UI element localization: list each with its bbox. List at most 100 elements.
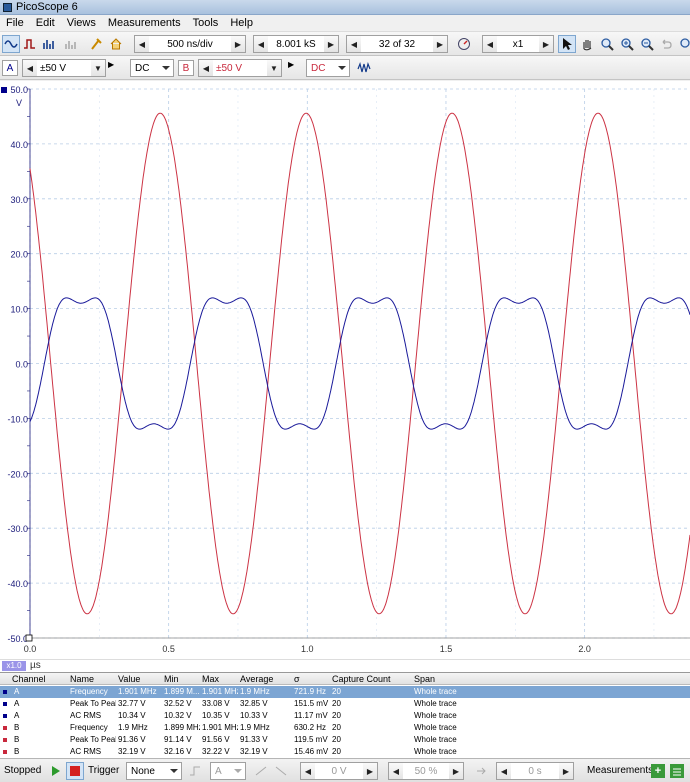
pretrigger-prev-icon[interactable]: ◀ <box>389 763 403 779</box>
samples-prev-icon[interactable]: ◀ <box>254 36 268 52</box>
channel-a-options[interactable]: A <box>2 60 18 76</box>
channel-a-range[interactable]: ◀ ±50 V ▼ <box>22 59 106 77</box>
menu-views[interactable]: Views <box>61 17 102 29</box>
trigger-channel-select[interactable]: A <box>210 762 246 780</box>
channel-b-range-prev-icon[interactable]: ◀ <box>199 60 213 76</box>
falling-edge-icon[interactable] <box>272 762 290 780</box>
trigger-type-icon[interactable] <box>186 762 204 780</box>
channel-b-range-next-icon[interactable]: ▶ <box>288 60 294 69</box>
column-header[interactable]: Average <box>238 673 292 685</box>
measurement-row[interactable]: B AC RMS 32.19 V 32.16 V 32.22 V 32.19 V 15.46… <box>0 746 690 758</box>
rising-edge-icon[interactable] <box>252 762 270 780</box>
column-header[interactable]: Name <box>68 673 116 685</box>
zoom-spinner[interactable]: ◀ x1 ▶ <box>482 35 554 53</box>
column-header[interactable]: Value <box>116 673 162 685</box>
menu-edit[interactable]: Edit <box>30 17 61 29</box>
buffer-navigator[interactable]: ◀ 32 of 32 ▶ <box>346 35 448 53</box>
channel-b-coupling[interactable]: DC <box>306 59 350 77</box>
measurement-cell: 33.08 V <box>202 699 230 708</box>
measurement-cell: Whole trace <box>414 735 457 744</box>
scope-view[interactable]: 50.0 40.0 30.0 20.0 10.0 0.0 -10.0 -20.0 -30.0 -4… <box>0 81 690 659</box>
measurement-cell: 15.46 mV <box>294 747 329 756</box>
add-measurement-icon[interactable]: + <box>651 764 665 778</box>
y-axis-unit: V <box>16 98 22 108</box>
post-trigger-icon[interactable] <box>472 762 490 780</box>
trigger-delay-spinner[interactable]: ◀ 0 s ▶ <box>496 762 574 780</box>
zoom-in-icon[interactable] <box>618 35 636 53</box>
delay-next-icon[interactable]: ▶ <box>559 763 573 779</box>
channel-a-coupling[interactable]: DC <box>130 59 174 77</box>
measurement-row[interactable]: A Peak To Peak 32.77 V 32.52 V 33.08 V 32.85 … <box>0 698 690 710</box>
capture-state: Stopped <box>4 765 42 776</box>
spectrum-alt-icon[interactable] <box>62 35 80 53</box>
measurement-row[interactable]: B Frequency 1.9 MHz 1.899 MHz 1.901 MHz 1.9 M… <box>0 722 690 734</box>
buffer-next-icon[interactable]: ▶ <box>433 36 447 52</box>
column-header[interactable]: Min <box>162 673 200 685</box>
channel-b-options[interactable]: B <box>178 60 194 76</box>
channel-color-swatch <box>3 714 7 718</box>
scope-mode-icon[interactable] <box>2 35 20 53</box>
buffer-prev-icon[interactable]: ◀ <box>347 36 361 52</box>
zoom-out-icon[interactable] <box>638 35 656 53</box>
trigger-threshold-spinner[interactable]: ◀ 0 V ▶ <box>300 762 378 780</box>
channel-a-coupling-caret-icon <box>162 66 170 70</box>
zoom-value: x1 <box>512 38 524 50</box>
menu-help[interactable]: Help <box>224 17 259 29</box>
timebase-spinner[interactable]: ◀ 500 ns/div ▶ <box>134 35 246 53</box>
y-tick-label: 50.0 <box>10 85 28 95</box>
timebase-next-icon[interactable]: ▶ <box>231 36 245 52</box>
channel-b-range-dropdown-icon[interactable]: ▼ <box>267 60 281 76</box>
edit-measurement-icon[interactable] <box>670 764 684 778</box>
home-icon[interactable] <box>107 35 125 53</box>
measurement-row[interactable]: A AC RMS 10.34 V 10.32 V 10.35 V 10.33 V 11.17… <box>0 710 690 722</box>
y-tick-label: 0.0 <box>15 360 28 370</box>
trigger-mode-select[interactable]: None <box>126 762 182 780</box>
zoom-prev-icon[interactable]: ◀ <box>483 36 497 52</box>
run-icon[interactable] <box>47 762 65 780</box>
delay-prev-icon[interactable]: ◀ <box>497 763 511 779</box>
channel-a-range-prev-icon[interactable]: ◀ <box>23 60 37 76</box>
channel-a-range-next-icon[interactable]: ▶ <box>108 60 114 69</box>
zoom-next-icon[interactable]: ▶ <box>539 36 553 52</box>
zoom-overview-icon[interactable] <box>676 35 690 53</box>
channel-color-swatch <box>3 750 7 754</box>
timebase-prev-icon[interactable]: ◀ <box>135 36 149 52</box>
y-tick-label: -50.0 <box>7 634 28 644</box>
threshold-prev-icon[interactable]: ◀ <box>301 763 315 779</box>
stop-icon[interactable] <box>66 762 84 780</box>
menu-file[interactable]: File <box>0 17 30 29</box>
menu-measurements[interactable]: Measurements <box>102 17 187 29</box>
y-tick-label: 40.0 <box>10 140 28 150</box>
menu-tools[interactable]: Tools <box>187 17 225 29</box>
column-header[interactable]: σ <box>292 673 330 685</box>
zoom-region-icon[interactable] <box>598 35 616 53</box>
measurement-row[interactable]: A Frequency 1.901 MHz 1.899 M... 1.901 MHz 1.… <box>0 686 690 698</box>
samples-next-icon[interactable]: ▶ <box>324 36 338 52</box>
measurement-cell: 32.22 V <box>202 747 230 756</box>
channel-a-axis-marker[interactable] <box>1 87 7 93</box>
column-header[interactable]: Span <box>412 673 690 685</box>
samples-spinner[interactable]: ◀ 8.001 kS ▶ <box>253 35 339 53</box>
column-header[interactable]: Max <box>200 673 238 685</box>
zoom-level-chip: x1.0 <box>2 661 26 671</box>
measurement-cell: 1.901 MHz <box>118 687 157 696</box>
signal-generator-icon[interactable] <box>356 59 374 77</box>
persistence-mode-icon[interactable] <box>21 35 39 53</box>
hand-tool-icon[interactable] <box>578 35 596 53</box>
pretrigger-next-icon[interactable]: ▶ <box>449 763 463 779</box>
x-tick-label: 0.5 <box>162 644 175 654</box>
undo-zoom-icon[interactable] <box>657 35 675 53</box>
channel-a-range-dropdown-icon[interactable]: ▼ <box>91 60 105 76</box>
threshold-next-icon[interactable]: ▶ <box>363 763 377 779</box>
pretrigger-spinner[interactable]: ◀ 50 % ▶ <box>388 762 464 780</box>
measurements-table[interactable]: Channel Name Value Min Max Average σ Capture Co… <box>0 672 690 758</box>
channel-b-range[interactable]: ◀ ±50 V ▼ <box>198 59 282 77</box>
spectrum-mode-icon[interactable] <box>40 35 58 53</box>
column-header[interactable]: Channel <box>10 673 68 685</box>
buffer-overview-icon[interactable] <box>455 35 473 53</box>
column-header[interactable]: Capture Count <box>330 673 412 685</box>
probe-wizard-icon[interactable] <box>87 35 105 53</box>
measurement-row[interactable]: B Peak To Peak 91.36 V 91.14 V 91.56 V 91.33 … <box>0 734 690 746</box>
ruler-handle[interactable] <box>25 634 33 642</box>
pointer-tool-icon[interactable] <box>558 35 576 53</box>
